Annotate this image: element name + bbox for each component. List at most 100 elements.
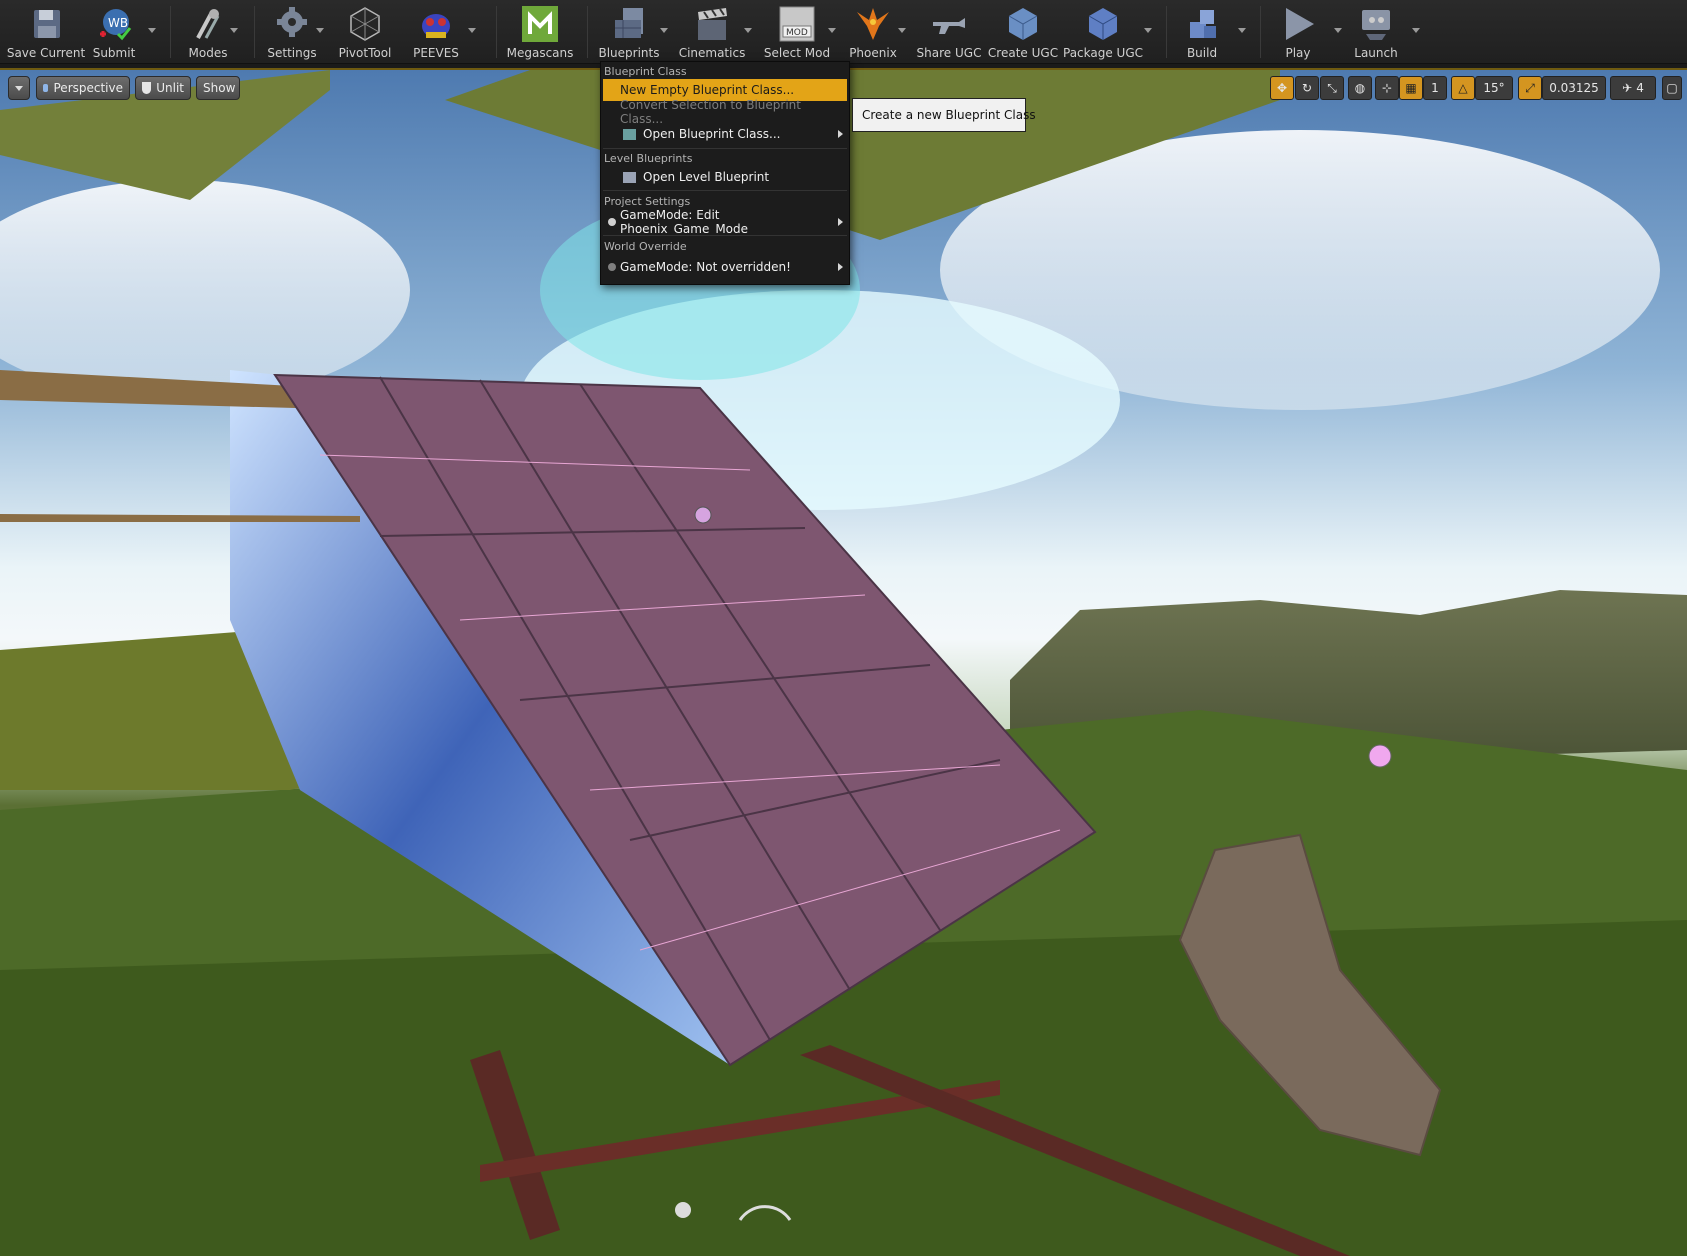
modes-button[interactable]: Modes [182,0,234,62]
cinematics-dropdown-arrow[interactable] [744,28,752,33]
toolbar-separator [254,6,255,58]
launch-button[interactable]: Launch [1348,0,1404,62]
package-ugc-dropdown-arrow[interactable] [1144,28,1152,33]
save-current-button[interactable]: Save Current [6,0,86,62]
build-icon [1182,4,1222,44]
create-ugc-button[interactable]: Create UGC [988,0,1058,62]
viewport-options-button[interactable] [8,76,30,100]
rotate-icon: ↻ [1301,81,1313,95]
menu-section-blueprint-class: Blueprint Class [604,65,687,78]
settings-dropdown-arrow[interactable] [316,28,324,33]
menu-section-world-override: World Override [604,240,687,253]
menu-section-project-settings: Project Settings [604,195,691,208]
blueprints-icon [609,4,649,44]
view-mode-button[interactable]: Unlit [135,76,191,100]
move-icon: ✥ [1276,81,1288,95]
save-icon [26,4,66,44]
main-toolbar: Save Current WB Submit Modes Settings Pi… [0,0,1687,64]
launch-dropdown-arrow[interactable] [1412,28,1420,33]
open-blueprint-class-item[interactable]: Open Blueprint Class... [603,123,847,145]
toolbar-separator [1166,6,1167,58]
build-button[interactable]: Build [1176,0,1228,62]
launch-icon [1356,4,1396,44]
tooltip: Create a new Blueprint Class [852,98,1036,132]
pivot-tool-icon [345,4,385,44]
pivot-tool-button[interactable]: PivotTool [335,0,395,62]
settings-icon [272,4,312,44]
surface-snapping-toggle[interactable]: ⊹ [1375,76,1399,100]
svg-text:WB: WB [108,16,128,30]
phoenix-icon [853,4,893,44]
shield-icon [142,82,152,94]
cinematics-button[interactable]: Cinematics [679,0,745,62]
grid-snap-toggle[interactable]: ▦ [1399,76,1423,100]
submenu-arrow-icon [838,130,843,138]
cloud [0,180,410,400]
toolbar-separator [1260,6,1261,58]
submit-button[interactable]: WB Submit [88,0,140,62]
select-mod-button[interactable]: MOD Select Mod [762,0,832,62]
toolbar-separator [587,6,588,58]
package-ugc-button[interactable]: Package UGC [1063,0,1143,62]
build-dropdown-arrow[interactable] [1238,28,1246,33]
share-ugc-button[interactable]: Share UGC [916,0,982,62]
create-ugc-icon [1003,4,1043,44]
megascans-button[interactable]: Megascans [507,0,573,62]
modes-dropdown-arrow[interactable] [230,28,238,33]
megascans-icon [520,4,560,44]
rotate-tool[interactable]: ↻ [1295,76,1319,100]
blueprints-dropdown-arrow[interactable] [660,28,668,33]
cinematics-icon [692,4,732,44]
scale-tool[interactable]: ⤡ [1320,76,1344,100]
play-dropdown-arrow[interactable] [1334,28,1342,33]
modes-icon [188,4,228,44]
peeves-button[interactable]: PEEVES [410,0,462,62]
actor-marker[interactable] [694,506,712,524]
camera-speed-button[interactable]: ✈ 4 [1610,76,1656,100]
share-ugc-icon [929,4,969,44]
source-control-icon: WB [94,4,134,44]
play-button[interactable]: Play [1272,0,1324,62]
open-level-blueprint-item[interactable]: Open Level Blueprint [603,166,847,188]
phoenix-dropdown-arrow[interactable] [898,28,906,33]
svg-text:MOD: MOD [786,28,808,38]
play-icon [1278,4,1318,44]
grid-icon: ▦ [1405,81,1417,95]
gamemode-override-item[interactable]: GameMode: Not overridden! [603,256,847,278]
perspective-button[interactable]: Perspective [36,76,130,100]
blueprint-class-icon [623,129,636,140]
mod-icon: MOD [777,4,817,44]
package-ugc-icon [1083,4,1123,44]
chevron-down-icon [15,85,23,91]
settings-button[interactable]: Settings [266,0,318,62]
world-local-toggle[interactable]: ◍ [1348,76,1372,100]
submenu-arrow-icon [838,218,843,226]
bullet-icon [608,218,616,226]
level-blueprint-icon [623,172,636,183]
translate-tool[interactable]: ✥ [1270,76,1294,100]
submenu-arrow-icon [838,263,843,271]
grid-snap-value[interactable]: 1 [1423,76,1447,100]
peeves-dropdown-arrow[interactable] [468,28,476,33]
surface-snap-icon: ⊹ [1381,81,1393,95]
phoenix-button[interactable]: Phoenix [846,0,900,62]
select-mod-dropdown-arrow[interactable] [828,28,836,33]
show-flags-button[interactable]: Show [196,76,240,100]
maximize-viewport-button[interactable]: ▢ [1662,76,1682,100]
scale-snap-toggle[interactable]: ⤢ [1518,76,1542,100]
convert-selection-item[interactable]: Convert Selection to Blueprint Class... [603,98,847,126]
toolbar-separator [496,6,497,58]
blueprints-button[interactable]: Blueprints [598,0,660,62]
rotation-snap-toggle[interactable]: △ [1451,76,1475,100]
scale-snap-icon: ⤢ [1525,80,1535,95]
scale-snap-value[interactable]: 0.03125 [1542,76,1606,100]
menu-divider [603,148,847,149]
actor-marker[interactable] [1368,744,1392,768]
rotation-snap-value[interactable]: 15° [1475,76,1513,100]
bullet-icon [608,263,616,271]
camera-speed-icon: ✈ [1622,81,1633,95]
menu-section-level-blueprints: Level Blueprints [604,152,693,165]
light-source-icon[interactable] [675,1202,691,1218]
submit-dropdown-arrow[interactable] [148,28,156,33]
gamemode-edit-item[interactable]: GameMode: Edit Phoenix_Game_Mode [603,208,847,236]
